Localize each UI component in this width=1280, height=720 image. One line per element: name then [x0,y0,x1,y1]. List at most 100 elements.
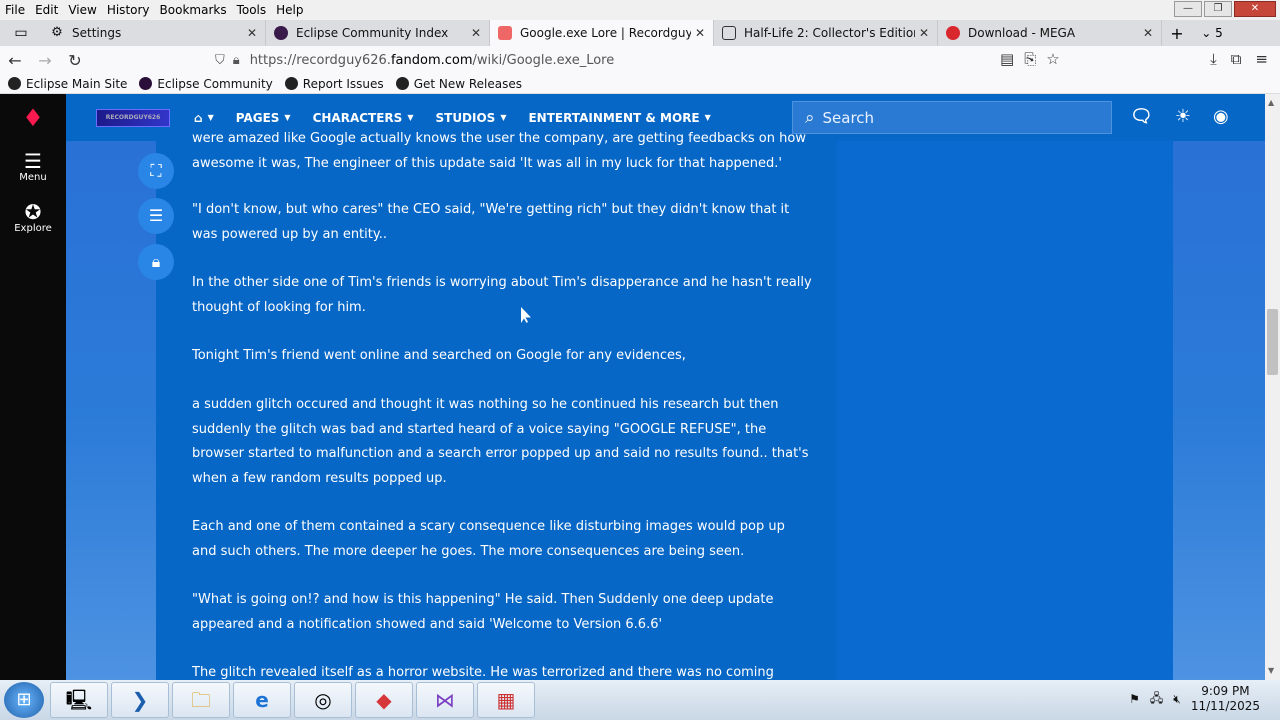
fandom-flame-icon[interactable]: ♦ [20,104,46,132]
nav-studios[interactable]: STUDIOS ▼ [435,111,506,125]
article-body: were amazed like Google actually knows t… [156,131,837,680]
archive-icon [722,26,736,40]
close-window-button[interactable]: ✕ [1234,1,1276,17]
scroll-up-icon[interactable]: ▲ [1268,98,1274,107]
taskbar-app-icon[interactable]: ◆ [355,682,413,718]
start-button[interactable]: ⊞ [4,682,44,718]
clock-date: 11/11/2025 [1190,699,1260,713]
chevron-down-icon: ▼ [704,113,711,122]
new-tab-icon[interactable]: + [1162,24,1192,43]
bookmark-label: Eclipse Community [157,76,273,91]
theme-toggle-icon[interactable]: ☀ [1175,106,1191,127]
close-tab-icon[interactable]: ✕ [247,26,257,40]
bookmark-report-issues[interactable]: Report Issues [284,76,384,91]
fullscreen-icon[interactable]: ⛶ [138,153,174,189]
rail-explore-label: Explore [14,223,52,234]
bookmark-star-icon[interactable]: ☆ [1046,50,1059,68]
article-paragraph: a sudden glitch occured and thought it w… [192,397,809,486]
nav-entertainment-more[interactable]: ENTERTAINMENT & MORE ▼ [528,111,710,125]
fandom-icon [498,26,512,40]
save-page-icon[interactable]: ⎘ [1024,50,1036,68]
nav-pages[interactable]: PAGES ▼ [236,111,291,125]
discussions-icon[interactable]: 🗨︎ [1130,106,1153,127]
tab-google-exe-lore[interactable]: Google.exe Lore | Recordguy626 ✕ [490,20,714,46]
taskbar-powershell-icon[interactable]: ❯ [111,682,169,718]
minimize-button[interactable]: — [1174,1,1202,17]
close-tab-icon[interactable]: ✕ [919,26,929,40]
wiki-logo[interactable]: RECORDGUY626 [96,108,170,127]
wiki-search-box[interactable]: ⌕ Search [792,101,1112,134]
tab-label: Google.exe Lore | Recordguy626 [520,26,691,40]
reader-view-icon[interactable]: ▤ [1000,50,1014,68]
downloads-icon[interactable]: ⤓ [1210,50,1217,68]
tab-label: Download - MEGA [968,26,1076,40]
hamburger-menu-icon[interactable]: ≡ [1255,50,1268,68]
taskbar-server-icon[interactable]: 🖳 [50,682,108,718]
tab-list-icon[interactable]: ▭ [0,25,42,41]
page-content: ♦ ☰ Menu ✪ Explore RECORDGUY626 ⌂ ▼ PAGES… [0,94,1280,680]
article-paragraph: The glitch revealed itself as a horror w… [192,665,774,680]
github-icon [284,77,298,90]
tab-overflow-button[interactable]: ⌄ 5 [1192,26,1232,40]
lock-icon[interactable]: 🔒︎ [138,244,174,280]
close-tab-icon[interactable]: ✕ [695,26,705,40]
gear-icon: ⚙ [51,25,63,40]
close-tab-icon[interactable]: ✕ [471,26,481,40]
article-paragraph: "I don't know, but who cares" the CEO sa… [192,202,790,242]
nav-home-dropdown[interactable]: ⌂ ▼ [194,111,214,125]
user-account-icon[interactable]: ◉ [1213,106,1229,127]
clock[interactable]: 9:09 PM 11/11/2025 [1191,684,1260,714]
taskbar-visual-studio-icon[interactable]: ⋈ [416,682,474,718]
taskbar-app-grid-icon[interactable]: ▦ [477,682,535,718]
tab-half-life-2[interactable]: Half-Life 2: Collector's Edition : ' ✕ [714,20,938,46]
taskbar-ie-icon[interactable]: e [233,682,291,718]
nav-label: STUDIOS [435,110,496,125]
flag-icon[interactable]: ⚑ [1129,692,1140,706]
tab-eclipse-community-index[interactable]: Eclipse Community Index ✕ [266,20,490,46]
chevron-down-icon: ▼ [407,113,414,122]
menu-file[interactable]: File [0,3,30,17]
nav-characters[interactable]: CHARACTERS ▼ [313,111,414,125]
taskbar-explorer-icon[interactable]: 🗀 [172,682,230,718]
forward-icon[interactable]: → [30,51,60,70]
window-controls: — ❐ ✕ [1174,1,1276,17]
windows-taskbar: ⊞ 🖳 ❯ 🗀 e ◎ ◆ ⋈ ▦ ⚑ 🖧 🔇︎ 9:09 PM 11/11/2… [0,680,1280,720]
scroll-down-icon[interactable]: ▼ [1268,666,1274,675]
page-scrollbar[interactable]: ▲ ▼ [1265,94,1280,680]
system-tray: ⚑ 🖧 🔇︎ 9:09 PM 11/11/2025 [1129,684,1260,714]
chevron-down-icon: ▼ [284,113,291,122]
reload-icon[interactable]: ↻ [60,51,90,70]
taskbar-media-player-icon[interactable]: ◎ [294,682,352,718]
menu-help[interactable]: Help [271,3,308,17]
eclipse-icon [139,77,153,90]
eclipse-icon [8,77,21,90]
close-tab-icon[interactable]: ✕ [1143,26,1153,40]
menu-view[interactable]: View [63,3,101,17]
fandom-left-rail: ♦ ☰ Menu ✪ Explore [0,94,66,680]
menu-edit[interactable]: Edit [30,3,63,17]
extensions-icon[interactable]: ⧉ [1231,50,1242,68]
article-paragraph: Each and one of them contained a scary c… [192,519,785,559]
back-icon[interactable]: ← [0,51,30,70]
menu-bookmarks[interactable]: Bookmarks [155,3,232,17]
rail-menu-label: Menu [19,172,47,183]
maximize-button[interactable]: ❐ [1204,1,1232,17]
volume-muted-icon[interactable]: 🔇︎ [1173,692,1181,707]
rail-explore-button[interactable]: ✪ Explore [0,201,66,234]
menu-tools[interactable]: Tools [232,3,272,17]
bookmark-eclipse-main-site[interactable]: Eclipse Main Site [8,77,127,91]
tab-label: Half-Life 2: Collector's Edition : ' [744,26,915,40]
network-icon[interactable]: 🖧 [1150,689,1163,710]
bookmark-eclipse-community[interactable]: Eclipse Community [139,76,273,91]
menu-history[interactable]: History [102,3,155,17]
bookmark-get-new-releases[interactable]: Get New Releases [395,77,522,91]
scrollbar-thumb[interactable] [1267,309,1278,375]
rail-menu-button[interactable]: ☰ Menu [0,150,66,183]
table-of-contents-icon[interactable]: ☰ [138,198,174,234]
tab-download-mega[interactable]: Download - MEGA ✕ [938,20,1162,46]
eclipse-icon [274,26,288,40]
bookmark-label: Report Issues [302,76,384,91]
tab-settings[interactable]: ⚙ Settings ✕ [42,20,266,46]
lock-icon: 🔒︎ [232,52,240,68]
url-bar[interactable]: ⛉ 🔒︎ https://recordguy626. fandom.com/wik… [215,46,614,74]
